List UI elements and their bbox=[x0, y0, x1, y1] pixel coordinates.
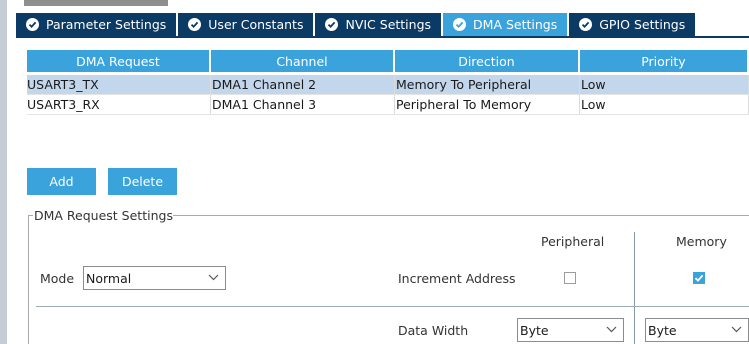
increment-address-label: Increment Address bbox=[398, 271, 516, 286]
fieldset-border bbox=[28, 215, 29, 344]
checkmark-icon bbox=[694, 274, 704, 282]
tab-label: Parameter Settings bbox=[46, 17, 167, 32]
table-header: DMA Request Channel Direction Priority bbox=[27, 50, 749, 72]
tab-underline bbox=[16, 36, 749, 38]
tab-nvic-settings[interactable]: NVIC Settings bbox=[315, 13, 442, 36]
cell-priority[interactable]: Low bbox=[580, 75, 749, 94]
check-circle-icon bbox=[26, 18, 39, 31]
tab-gpio-settings[interactable]: GPIO Settings bbox=[569, 13, 696, 36]
cell-channel[interactable]: DMA1 Channel 2 bbox=[211, 75, 395, 94]
mode-label: Mode bbox=[40, 271, 75, 286]
cell-priority[interactable]: Low bbox=[580, 95, 749, 114]
chevron-down-icon bbox=[731, 326, 742, 333]
increment-memory-checkbox[interactable] bbox=[693, 272, 705, 284]
memory-column-header: Memory bbox=[676, 234, 727, 249]
column-header-priority[interactable]: Priority bbox=[579, 50, 748, 72]
add-button[interactable]: Add bbox=[27, 168, 96, 195]
tab-user-constants[interactable]: User Constants bbox=[178, 13, 314, 36]
peripheral-column-header: Peripheral bbox=[541, 234, 605, 249]
check-circle-icon bbox=[325, 18, 339, 31]
data-width-peripheral-value: Byte bbox=[520, 322, 549, 338]
tab-bar: Parameter Settings User Constants NVIC S… bbox=[16, 13, 697, 36]
cell-dma-request[interactable]: USART3_RX bbox=[27, 95, 211, 114]
tab-parameter-settings[interactable]: Parameter Settings bbox=[16, 13, 177, 36]
chevron-down-icon bbox=[606, 326, 617, 333]
row-divider bbox=[36, 306, 749, 307]
tab-label: User Constants bbox=[208, 17, 304, 32]
cell-channel[interactable]: DMA1 Channel 3 bbox=[211, 95, 395, 114]
column-header-dma-request[interactable]: DMA Request bbox=[27, 50, 210, 72]
mode-select[interactable]: Normal bbox=[83, 266, 226, 290]
column-header-channel[interactable]: Channel bbox=[210, 50, 394, 72]
cell-direction[interactable]: Peripheral To Memory bbox=[395, 95, 580, 114]
data-width-memory-select[interactable]: Byte bbox=[645, 318, 749, 342]
tab-label: DMA Settings bbox=[473, 17, 558, 32]
data-width-peripheral-select[interactable]: Byte bbox=[517, 318, 624, 342]
fieldset-border bbox=[168, 215, 749, 216]
table-row[interactable]: USART3_RX DMA1 Channel 3 Peripheral To M… bbox=[27, 95, 749, 115]
column-header-direction[interactable]: Direction bbox=[394, 50, 579, 72]
left-panel-edge bbox=[0, 0, 7, 344]
delete-button[interactable]: Delete bbox=[108, 168, 177, 195]
check-circle-icon bbox=[188, 18, 202, 31]
data-width-memory-value: Byte bbox=[648, 322, 677, 338]
check-circle-icon bbox=[579, 18, 593, 31]
check-circle-icon bbox=[453, 18, 467, 31]
increment-peripheral-checkbox[interactable] bbox=[564, 272, 576, 284]
column-divider bbox=[634, 232, 635, 344]
dma-request-table: DMA Request Channel Direction Priority U… bbox=[27, 50, 749, 115]
tab-label: GPIO Settings bbox=[599, 17, 686, 32]
mode-select-value: Normal bbox=[86, 270, 132, 286]
dma-request-settings-legend: DMA Request Settings bbox=[34, 208, 173, 223]
tab-label: NVIC Settings bbox=[345, 17, 432, 32]
cell-direction[interactable]: Memory To Peripheral bbox=[395, 75, 580, 94]
cell-dma-request[interactable]: USART3_TX bbox=[27, 75, 211, 94]
top-scroll-handle[interactable] bbox=[24, 0, 168, 6]
chevron-down-icon bbox=[208, 274, 219, 281]
data-width-label: Data Width bbox=[398, 323, 469, 338]
tab-dma-settings[interactable]: DMA Settings bbox=[443, 13, 568, 36]
table-row[interactable]: USART3_TX DMA1 Channel 2 Memory To Perip… bbox=[27, 75, 749, 95]
